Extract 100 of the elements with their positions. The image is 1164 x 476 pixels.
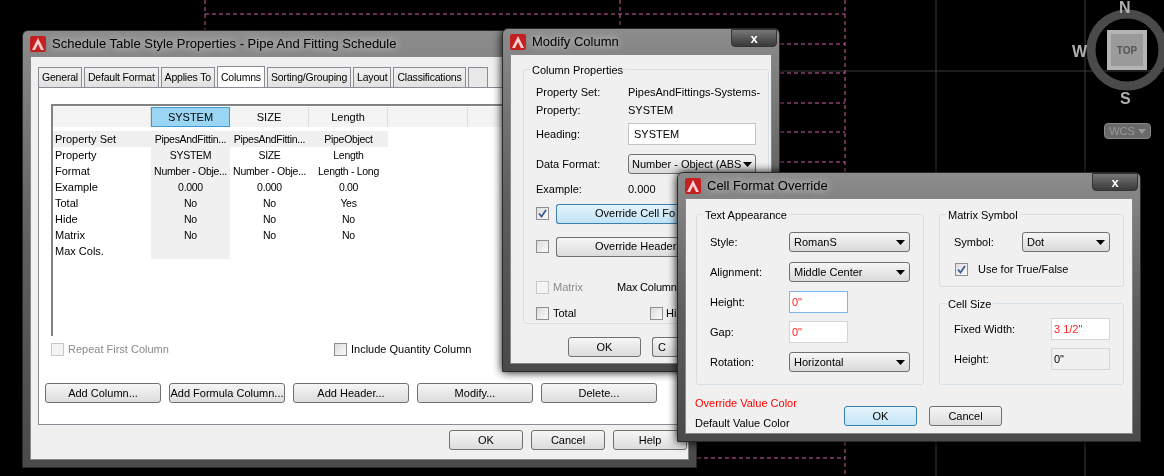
tab[interactable]: Columns bbox=[216, 66, 265, 89]
table-cell-text: Length - Long bbox=[317, 164, 380, 179]
table-cell-text: No bbox=[262, 196, 277, 211]
input-field[interactable]: SYSTEM bbox=[628, 123, 756, 145]
compass-label: S bbox=[1120, 89, 1131, 109]
button[interactable]: Help bbox=[613, 430, 687, 450]
caret-icon bbox=[896, 269, 905, 275]
checkbox-label: Total bbox=[553, 305, 577, 321]
row-label[interactable]: Max Cols. bbox=[53, 243, 151, 259]
input-field: 0" bbox=[1051, 348, 1110, 370]
checkbox-label: Use for True/False bbox=[978, 262, 1069, 277]
caret-icon bbox=[1096, 239, 1105, 245]
field-value: SYSTEM bbox=[628, 103, 674, 119]
button[interactable]: Add Header... bbox=[293, 383, 409, 403]
dropdown[interactable]: Number - Object (ABS bbox=[628, 154, 756, 174]
table-cell-text: No bbox=[341, 212, 356, 227]
caret-icon bbox=[743, 161, 752, 167]
checkbox[interactable] bbox=[536, 306, 549, 320]
input-field[interactable]: 3 1/2" bbox=[1051, 318, 1110, 340]
button[interactable]: Cancel bbox=[531, 430, 605, 450]
button[interactable]: OK bbox=[844, 406, 917, 426]
input-field[interactable]: 0" bbox=[789, 321, 848, 343]
field-label: Gap: bbox=[710, 324, 735, 340]
checkbox-label: Matrix bbox=[553, 279, 583, 295]
field-label: Rotation: bbox=[710, 354, 756, 370]
button[interactable]: C bbox=[652, 337, 678, 357]
table-cell: No bbox=[151, 227, 230, 243]
column-header[interactable]: SIZE bbox=[230, 107, 309, 127]
column-header[interactable]: Length bbox=[309, 107, 388, 127]
column-header[interactable]: SYSTEM bbox=[151, 107, 230, 127]
tab[interactable]: General bbox=[38, 67, 82, 88]
tab[interactable] bbox=[467, 67, 488, 88]
checkbox[interactable] bbox=[536, 240, 549, 253]
input-field[interactable]: 0" bbox=[789, 291, 848, 313]
row-label[interactable]: Format bbox=[53, 163, 151, 179]
tab[interactable]: Default Format bbox=[83, 67, 159, 88]
button[interactable]: OK bbox=[568, 337, 641, 357]
tab[interactable]: Applies To bbox=[160, 67, 215, 88]
tab[interactable]: Sorting/Grouping bbox=[266, 67, 352, 88]
table-cell: 0.000 bbox=[151, 179, 230, 195]
button[interactable]: Cancel bbox=[929, 406, 1002, 426]
checkbox-label: Include Quantity Column bbox=[351, 342, 472, 357]
table-cell-text: Yes bbox=[339, 196, 358, 211]
table-cell-text: No bbox=[262, 212, 277, 227]
close-button[interactable]: x bbox=[1092, 173, 1138, 191]
field-label: Property: bbox=[536, 103, 582, 119]
row-label[interactable]: Property Set bbox=[53, 131, 151, 147]
button[interactable]: Delete... bbox=[541, 383, 657, 403]
field-label: Fixed Width: bbox=[954, 321, 1017, 337]
dropdown[interactable]: Horizontal bbox=[789, 352, 910, 372]
field-value: 0.000 bbox=[628, 181, 656, 197]
button[interactable]: Add Column... bbox=[45, 383, 161, 403]
checkbox[interactable] bbox=[536, 207, 549, 220]
field-label: Property Set: bbox=[536, 85, 602, 101]
row-label[interactable]: Example bbox=[53, 179, 151, 195]
table-cell-text: Length bbox=[332, 148, 365, 163]
close-button[interactable]: x bbox=[731, 29, 777, 47]
dropdown[interactable]: Dot bbox=[1022, 232, 1110, 252]
legend-text: Override Value Color bbox=[695, 396, 797, 410]
dropdown[interactable]: RomanS bbox=[789, 232, 910, 252]
checkbox-label: Hi bbox=[666, 305, 677, 321]
button[interactable]: OK bbox=[449, 430, 523, 450]
field-label: Height: bbox=[710, 294, 746, 310]
dropdown[interactable]: Middle Center bbox=[789, 262, 910, 282]
field-value: PipesAndFittings-Systems- bbox=[628, 85, 761, 101]
row-label[interactable]: Total bbox=[53, 195, 151, 211]
button[interactable]: Modify... bbox=[417, 383, 533, 403]
checkbox[interactable] bbox=[334, 342, 347, 356]
window-title: Cell Format Override bbox=[707, 176, 828, 195]
field-label: Symbol: bbox=[954, 234, 995, 250]
field-label: Alignment: bbox=[710, 264, 763, 280]
legend-text: Default Value Color bbox=[695, 416, 791, 430]
row-label[interactable]: Matrix bbox=[53, 227, 151, 243]
table-cell: SYSTEM bbox=[151, 147, 230, 163]
row-label[interactable]: Hide bbox=[53, 211, 151, 227]
field-label: Style: bbox=[710, 234, 739, 250]
button[interactable]: Override Header bbox=[556, 236, 677, 257]
caret-icon bbox=[896, 239, 905, 245]
checkbox[interactable] bbox=[650, 306, 663, 320]
window-title: Modify Column bbox=[532, 32, 619, 51]
caret-icon bbox=[896, 359, 905, 365]
row-label[interactable]: Property bbox=[53, 147, 151, 163]
tab[interactable]: Classifications bbox=[393, 67, 466, 88]
window-title: Schedule Table Style Properties - Pipe And Fitting Schedule bbox=[52, 34, 397, 53]
table-cell-text: 0.00 bbox=[337, 180, 360, 195]
table-cell: PipesAndFittin... bbox=[151, 131, 230, 147]
field-label: Max Column bbox=[617, 279, 677, 295]
button[interactable]: Add Formula Column... bbox=[169, 383, 285, 403]
button[interactable]: Override Cell Fo bbox=[556, 203, 677, 224]
checkbox-label: Repeat First Column bbox=[68, 342, 169, 357]
app-icon bbox=[30, 35, 46, 52]
table-cell-text: No bbox=[262, 228, 277, 243]
field-label: Data Format: bbox=[536, 156, 602, 172]
checkbox[interactable] bbox=[955, 262, 968, 276]
field-label: Height: bbox=[954, 351, 990, 367]
table-cell: PipeObject bbox=[309, 131, 388, 147]
table-cell-text: 0.000 bbox=[256, 180, 283, 195]
tab[interactable]: Layout bbox=[353, 67, 392, 88]
app-icon bbox=[685, 177, 701, 194]
field-label: Example: bbox=[536, 181, 583, 197]
